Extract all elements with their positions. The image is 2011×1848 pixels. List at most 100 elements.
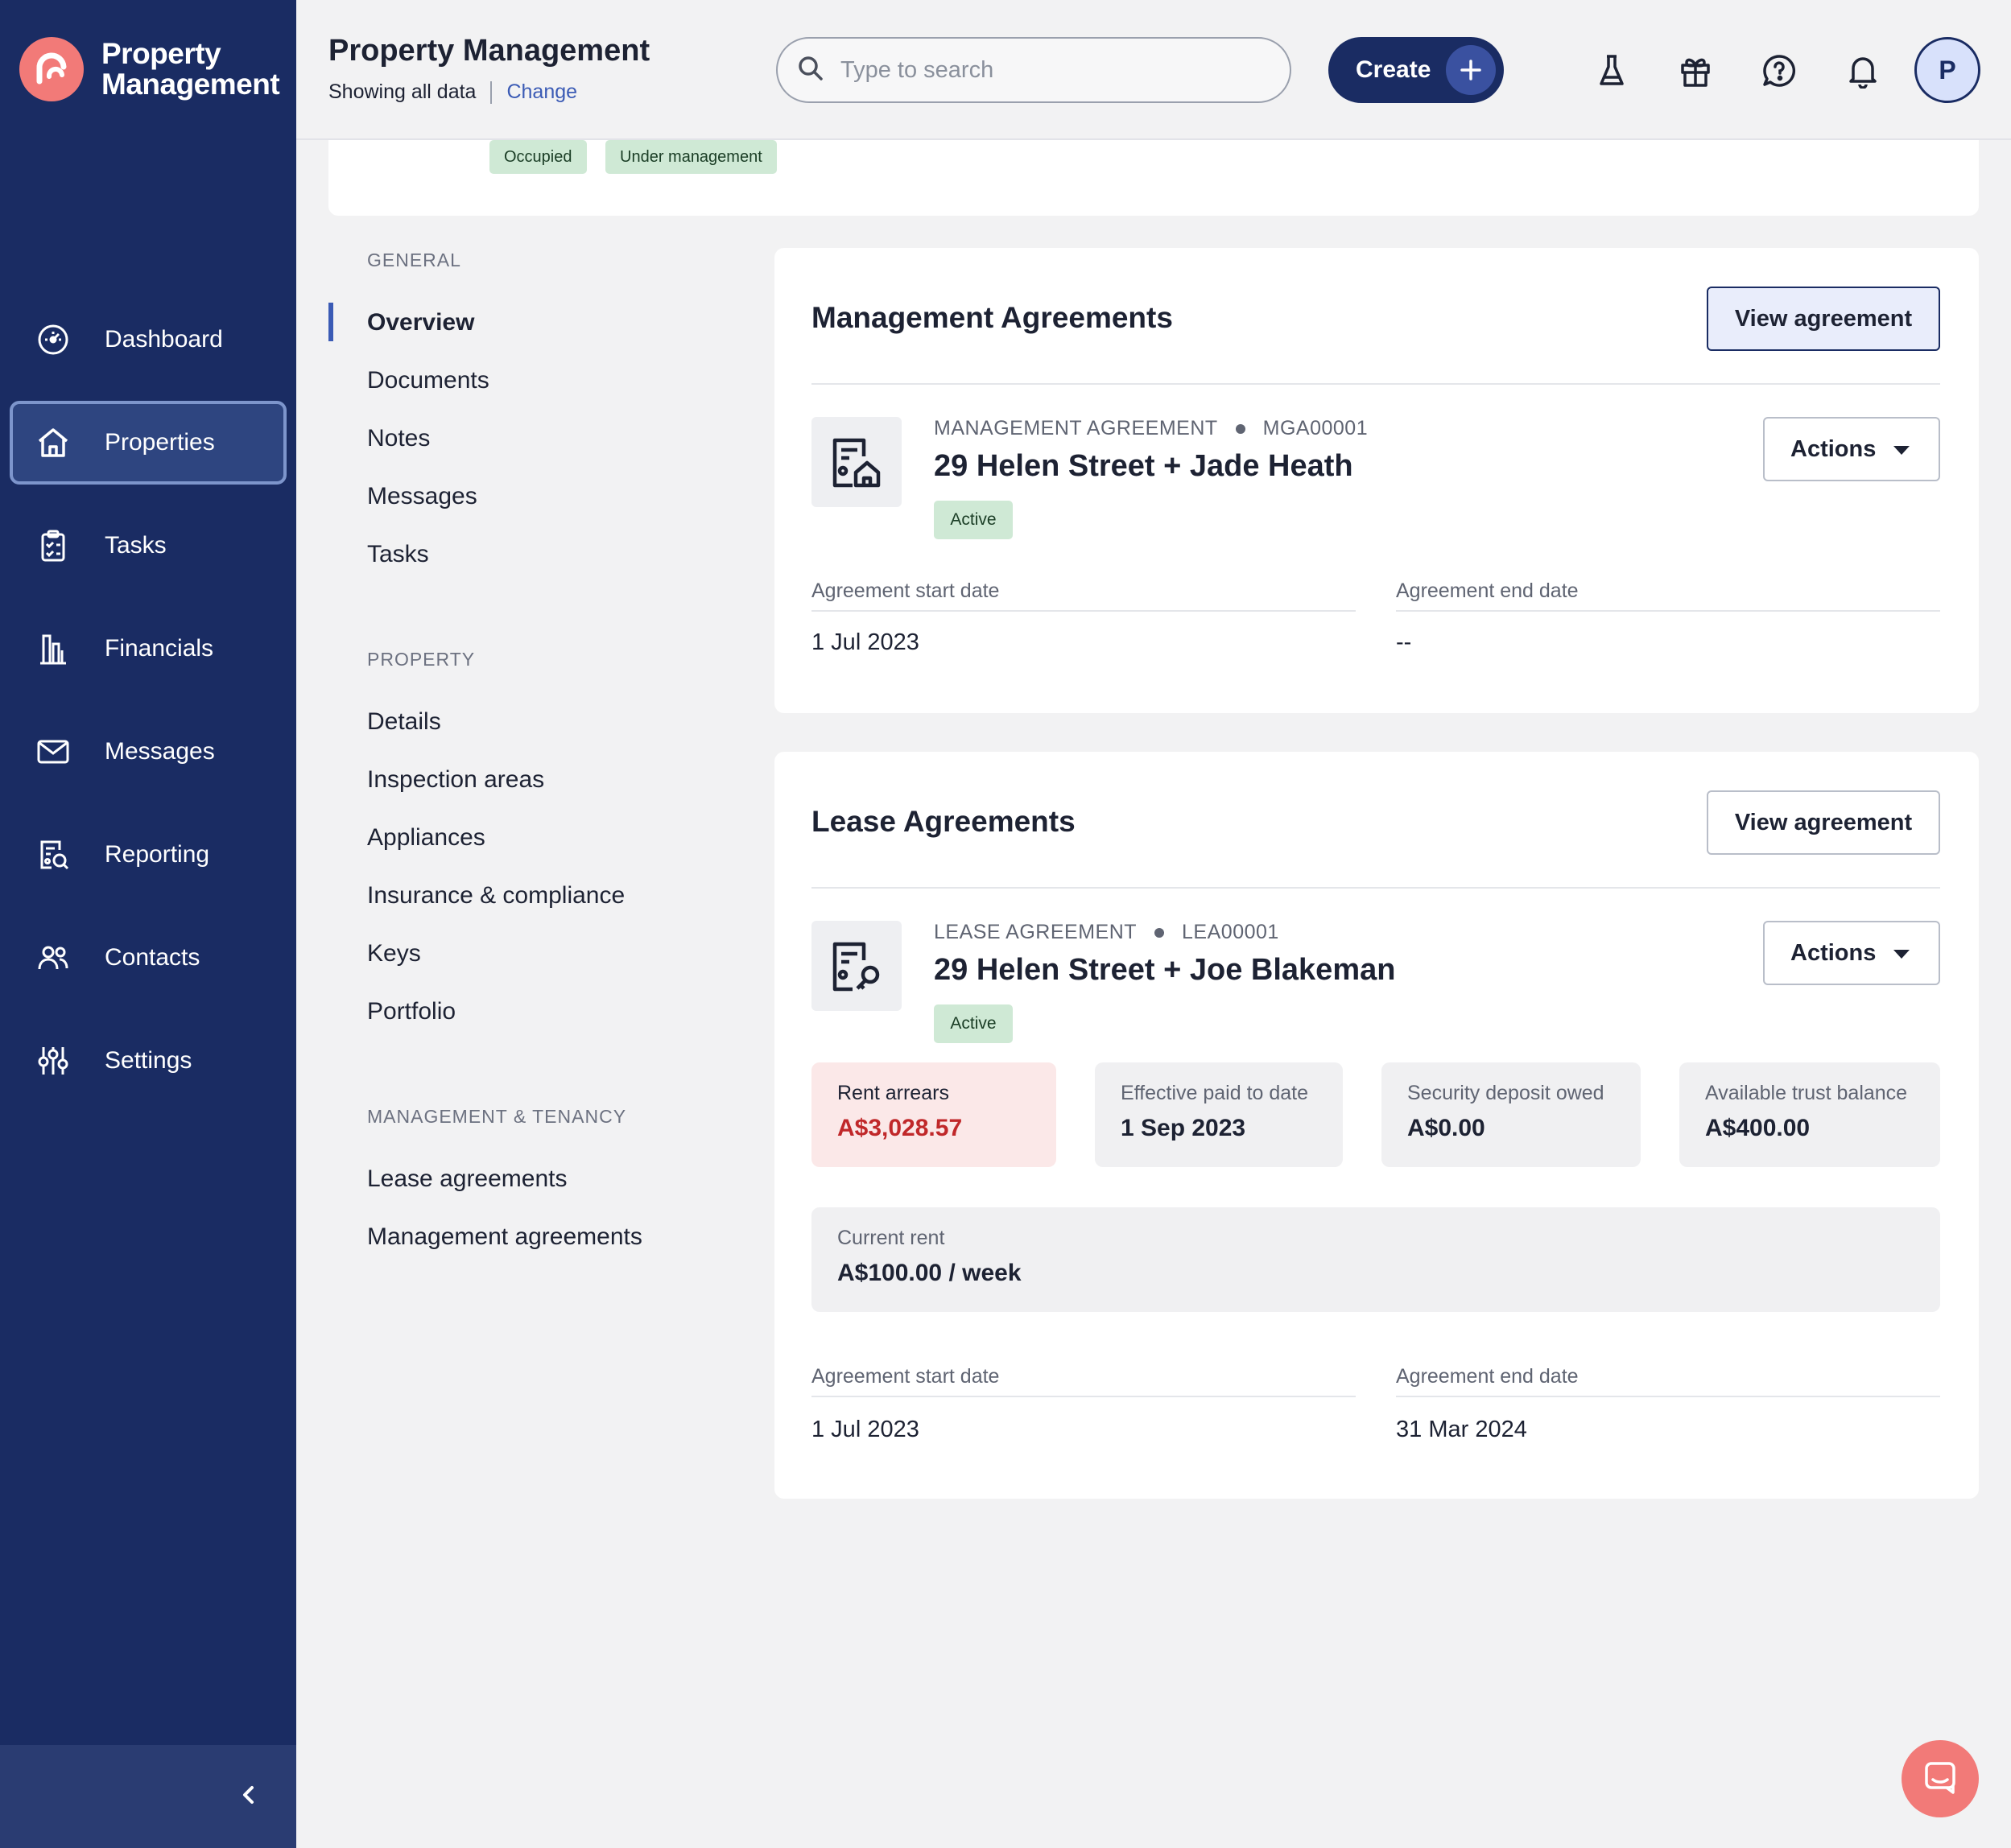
nav-item-contacts[interactable]: Contacts bbox=[10, 916, 287, 1000]
status-badge: Occupied bbox=[489, 140, 587, 174]
nav-item-properties[interactable]: Properties bbox=[10, 401, 287, 485]
nav-item-dashboard[interactable]: Dashboard bbox=[10, 298, 287, 382]
divider bbox=[811, 383, 1940, 385]
nav-item-settings[interactable]: Settings bbox=[10, 1019, 287, 1103]
clipboard-check-icon bbox=[34, 526, 72, 565]
building-chart-icon bbox=[34, 629, 72, 668]
nav-label: Tasks bbox=[105, 532, 167, 559]
data-scope-text: Showing all data bbox=[328, 80, 477, 103]
nav-item-reporting[interactable]: Reporting bbox=[10, 813, 287, 897]
actions-label: Actions bbox=[1790, 939, 1877, 966]
divider bbox=[811, 1396, 1356, 1397]
separator-dot bbox=[1235, 423, 1245, 434]
end-date-value: 31 Mar 2024 bbox=[1396, 1417, 1527, 1442]
subnav-heading-property: PROPERTY bbox=[367, 649, 476, 670]
nav-item-tasks[interactable]: Tasks bbox=[10, 504, 287, 588]
subnav-heading-tenancy: MANAGEMENT & TENANCY bbox=[367, 1106, 627, 1127]
stat-value: 1 Sep 2023 bbox=[1121, 1115, 1246, 1141]
separator-dot bbox=[1154, 927, 1165, 938]
top-header: Property Management Showing all data Cha… bbox=[296, 0, 2011, 140]
management-agreements-card: Management Agreements View agreement MAN… bbox=[774, 248, 1979, 713]
create-label: Create bbox=[1356, 56, 1431, 83]
nav-label: Financials bbox=[105, 635, 214, 662]
agreement-type: MANAGEMENT AGREEMENT bbox=[934, 417, 1218, 439]
divider bbox=[811, 887, 1940, 889]
subnav-item-overview[interactable]: Overview bbox=[367, 309, 474, 336]
start-date-value: 1 Jul 2023 bbox=[811, 629, 919, 655]
start-date-label: Agreement start date bbox=[811, 580, 1000, 602]
agreement-title: 29 Helen Street + Joe Blakeman bbox=[934, 953, 1396, 987]
house-icon bbox=[34, 423, 72, 462]
subnav-heading-general: GENERAL bbox=[367, 250, 461, 270]
subnav-item-messages[interactable]: Messages bbox=[367, 483, 477, 510]
subnav-item-appliances[interactable]: Appliances bbox=[367, 824, 485, 852]
data-scope: Showing all data Change bbox=[328, 80, 577, 104]
view-agreement-button[interactable]: View agreement bbox=[1707, 287, 1940, 351]
divider bbox=[811, 610, 1356, 612]
status-badge: Active bbox=[934, 1004, 1013, 1043]
sidebar: Property Management Dashboard Properties… bbox=[0, 0, 296, 1848]
available-trust-balance-stat: Available trust balance A$400.00 bbox=[1679, 1062, 1940, 1167]
nav-label: Settings bbox=[105, 1047, 192, 1074]
envelope-icon bbox=[34, 732, 72, 771]
collapse-sidebar-button[interactable] bbox=[0, 1745, 296, 1848]
nav-item-financials[interactable]: Financials bbox=[10, 607, 287, 691]
chat-launcher-button[interactable] bbox=[1902, 1740, 1979, 1817]
active-indicator bbox=[328, 303, 333, 341]
labs-flask-icon[interactable] bbox=[1589, 48, 1634, 93]
start-date-label: Agreement start date bbox=[811, 1365, 1000, 1388]
subnav-item-documents[interactable]: Documents bbox=[367, 367, 489, 394]
actions-dropdown[interactable]: Actions bbox=[1763, 417, 1940, 481]
stat-label: Available trust balance bbox=[1705, 1082, 1908, 1104]
subnav-item-keys[interactable]: Keys bbox=[367, 940, 421, 967]
security-deposit-owed-stat: Security deposit owed A$0.00 bbox=[1381, 1062, 1641, 1167]
end-date-value: -- bbox=[1396, 629, 1412, 655]
stat-value: A$400.00 bbox=[1705, 1115, 1811, 1141]
agreement-meta: MANAGEMENT AGREEMENT MGA00001 bbox=[934, 417, 1368, 440]
nav-item-messages[interactable]: Messages bbox=[10, 710, 287, 794]
people-icon bbox=[34, 938, 72, 977]
caret-down-icon bbox=[1893, 446, 1910, 455]
actions-dropdown[interactable]: Actions bbox=[1763, 921, 1940, 985]
divider bbox=[490, 80, 493, 104]
actions-label: Actions bbox=[1790, 435, 1877, 462]
status-badge: Under management bbox=[605, 140, 777, 174]
stat-label: Effective paid to date bbox=[1121, 1082, 1309, 1104]
brand-logo[interactable]: Property Management bbox=[19, 37, 280, 101]
search-input[interactable] bbox=[840, 56, 1259, 84]
bell-icon[interactable] bbox=[1840, 48, 1885, 93]
caret-down-icon bbox=[1893, 950, 1910, 959]
dashboard-gauge-icon bbox=[34, 320, 72, 359]
chevron-left-icon bbox=[240, 1784, 258, 1810]
subnav-item-details[interactable]: Details bbox=[367, 708, 441, 736]
subnav-item-notes[interactable]: Notes bbox=[367, 425, 430, 452]
view-agreement-button[interactable]: View agreement bbox=[1707, 790, 1940, 855]
agreement-code: MGA00001 bbox=[1262, 417, 1369, 439]
management-document-icon bbox=[811, 417, 902, 507]
subnav-item-management-agreements[interactable]: Management agreements bbox=[367, 1223, 642, 1251]
brand-name: Property Management bbox=[101, 37, 280, 101]
help-icon[interactable] bbox=[1757, 48, 1802, 93]
subnav-item-insurance-compliance[interactable]: Insurance & compliance bbox=[367, 882, 625, 910]
change-scope-link[interactable]: Change bbox=[506, 80, 577, 104]
section-title: Management Agreements bbox=[811, 301, 1173, 334]
subnav-item-tasks[interactable]: Tasks bbox=[367, 541, 429, 568]
agreement-code: LEA00001 bbox=[1182, 921, 1279, 943]
gift-icon[interactable] bbox=[1673, 48, 1718, 93]
subnav-item-portfolio[interactable]: Portfolio bbox=[367, 998, 456, 1025]
nav-label: Messages bbox=[105, 738, 215, 765]
stat-value: A$0.00 bbox=[1407, 1115, 1485, 1141]
subnav-item-inspection-areas[interactable]: Inspection areas bbox=[367, 766, 544, 794]
lease-document-icon bbox=[811, 921, 902, 1011]
report-search-icon bbox=[34, 835, 72, 874]
divider bbox=[1396, 1396, 1940, 1397]
agreement-type: LEASE AGREEMENT bbox=[934, 921, 1138, 943]
avatar[interactable]: P bbox=[1914, 37, 1980, 103]
stat-value: A$3,028.57 bbox=[837, 1115, 963, 1141]
effective-paid-to-date-stat: Effective paid to date 1 Sep 2023 bbox=[1095, 1062, 1343, 1167]
search-box[interactable] bbox=[776, 37, 1291, 103]
status-badge: Active bbox=[934, 501, 1013, 539]
nav-label: Contacts bbox=[105, 944, 200, 971]
create-button[interactable]: Create bbox=[1328, 37, 1504, 103]
subnav-item-lease-agreements[interactable]: Lease agreements bbox=[367, 1165, 568, 1193]
